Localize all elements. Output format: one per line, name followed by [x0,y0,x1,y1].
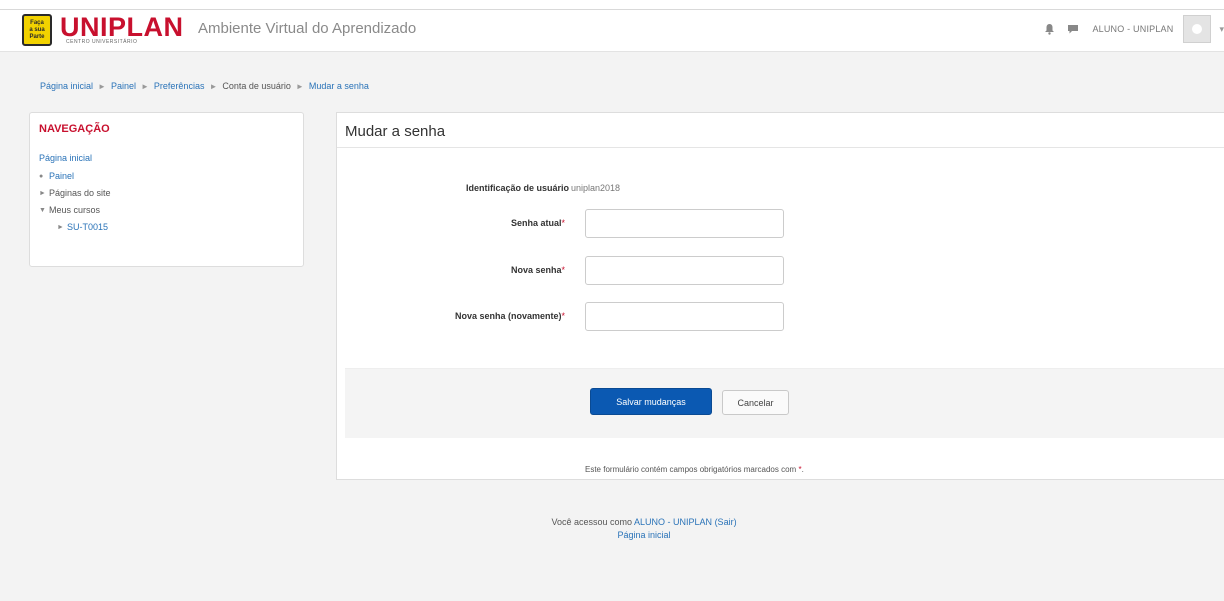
user-menu-area: ALUNO - UNIPLAN ▾ [1042,14,1224,44]
brand-subtitle: CENTRO UNIVERSITÁRIO [66,39,138,45]
logo-wordmark: UNIPLAN CENTRO UNIVERSITÁRIO [60,12,184,46]
logged-in-user-link[interactable]: ALUNO - UNIPLAN [634,517,712,527]
required-marker: * [561,218,565,228]
new-password-label-text: Nova senha [510,265,562,275]
current-password-label: Senha atual* [511,218,565,228]
main-region: Mudar a senha Identificação de usuário u… [336,112,1224,480]
logo-badge-icon: Faça a sua Parte [22,14,52,46]
breadcrumb-separator: ► [98,81,106,91]
form-row-new-password-again: Nova senha (novamente)* [337,302,1224,332]
breadcrumb-separator: ► [141,81,149,91]
breadcrumb-separator: ► [295,81,304,91]
breadcrumb-separator: ► [209,81,218,91]
footer-home-link[interactable]: Página inicial [617,530,670,540]
nav-item-course-su-t0015[interactable]: ► SU-T0015 [57,222,108,232]
new-password-again-input[interactable] [585,302,784,331]
required-note-end: . [801,465,804,474]
new-password-again-label-text: Nova senha (novamente) [454,311,562,321]
required-note-text: Este formulário contém campos obrigatóri… [585,465,797,474]
nav-item-label: Meus cursos [49,205,101,215]
form-row-current-password: Senha atual* [337,209,1224,239]
new-password-label: Nova senha* [511,265,565,275]
site-name[interactable]: Ambiente Virtual do Aprendizado [198,20,416,37]
caret-down-icon[interactable]: ▾ [1219,24,1224,35]
required-fields-note: Este formulário contém campos obrigatóri… [585,465,804,474]
avatar[interactable] [1183,15,1212,43]
chat-icon[interactable] [1066,22,1080,36]
breadcrumb-mudar-senha[interactable]: Mudar a senha [309,81,369,91]
new-password-input[interactable] [585,256,784,285]
nav-item-painel[interactable]: ● Painel [39,171,74,181]
bullet-icon: ● [39,172,44,180]
footer: Você acessou como ALUNO - UNIPLAN (Sair)… [494,516,794,542]
expand-arrow-icon: ► [39,189,46,197]
logout-link[interactable]: (Sair) [715,517,737,527]
nav-item-label: SU-T0015 [67,222,109,232]
logo-badge-line-2: a sua [29,26,45,33]
bell-icon[interactable] [1042,22,1056,36]
nav-item-label: Páginas do site [49,188,111,198]
avatar-head-icon [1192,24,1203,34]
form-row-username: Identificação de usuário uniplan2018 [337,174,1224,204]
title-divider [337,147,1224,148]
required-marker: * [561,311,565,321]
current-password-label-text: Senha atual [510,218,562,228]
logo-badge-line-3: Parte [29,33,45,40]
breadcrumb-preferencias[interactable]: Preferências [154,81,205,91]
breadcrumb-home[interactable]: Página inicial [40,81,93,91]
navigation-title: NAVEGAÇÃO [39,123,110,135]
breadcrumb: Página inicial ► Painel ► Preferências ►… [40,81,369,91]
brand-name: UNIPLAN [60,12,184,42]
save-button[interactable]: Salvar mudanças [590,388,712,415]
required-marker: * [561,265,565,275]
nav-item-paginas-site[interactable]: ► Páginas do site [39,188,111,198]
logo-badge-line-1: Faça [30,19,44,26]
navigation-block: NAVEGAÇÃO Página inicial ● Painel ► Pági… [29,112,304,267]
page-title: Mudar a senha [345,123,446,140]
expand-arrow-icon: ► [57,223,64,231]
top-divider [0,0,1224,10]
form-actions: Salvar mudanças Cancelar [345,368,1224,438]
breadcrumb-conta-usuario: Conta de usuário [222,81,291,91]
username-value: uniplan2018 [571,183,621,193]
nav-item-meus-cursos[interactable]: ▼ Meus cursos [39,205,100,215]
new-password-again-label: Nova senha (novamente)* [455,311,565,321]
username-label: Identificação de usuário [465,183,569,193]
breadcrumb-painel[interactable]: Painel [111,81,136,91]
user-name[interactable]: ALUNO - UNIPLAN [1092,24,1173,34]
nav-home-link[interactable]: Página inicial [39,153,92,163]
current-password-input[interactable] [585,209,784,238]
top-navbar: Faça a sua Parte UNIPLAN CENTRO UNIVERSI… [0,0,1224,52]
form-row-new-password: Nova senha* [337,256,1224,286]
logged-in-info: Você acessou como ALUNO - UNIPLAN (Sair) [494,516,794,529]
nav-item-label: Painel [49,171,75,181]
cancel-button[interactable]: Cancelar [722,390,789,415]
brand-logo[interactable]: Faça a sua Parte UNIPLAN CENTRO UNIVERSI… [22,14,184,46]
logged-in-prefix: Você acessou como [551,517,632,527]
collapse-arrow-icon: ▼ [39,206,46,214]
